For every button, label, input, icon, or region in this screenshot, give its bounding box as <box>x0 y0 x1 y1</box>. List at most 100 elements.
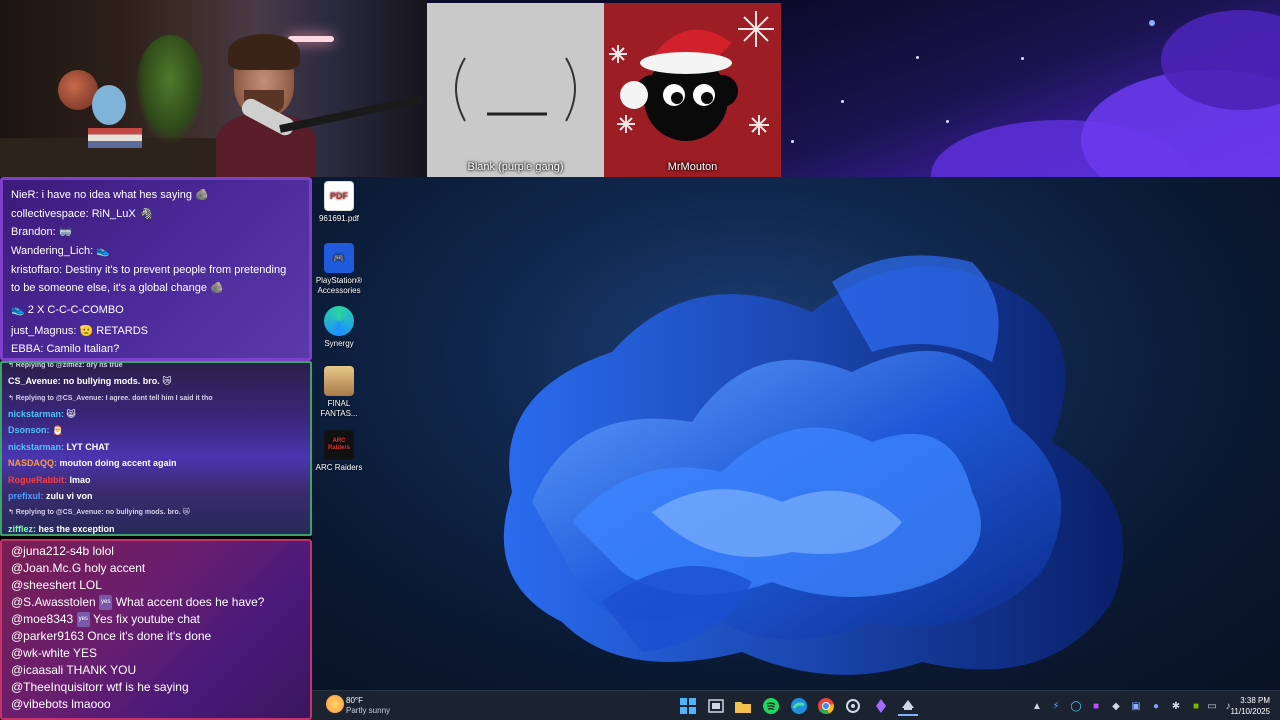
chat-message[interactable]: just_Magnus: 🫡 RETARDS <box>11 325 307 338</box>
chat-message[interactable]: prefixul: zulu vi von <box>8 491 308 502</box>
chat-message[interactable]: kristoffaro: Destiny it's to prevent peo… <box>11 264 307 277</box>
chat-message[interactable]: to be someone else, it's a global change… <box>11 282 307 295</box>
tray-bolt-icon[interactable]: ⚡ <box>1049 699 1063 713</box>
chat-username[interactable]: RogueRabbit: <box>8 475 67 485</box>
chat-message[interactable]: @moe8343 yes Yes fix youtube chat <box>11 612 306 628</box>
chat-username[interactable]: @juna212-s4b <box>11 544 89 558</box>
kick-chat-panel[interactable]: ↰ Replying to @zifflez: dry its true CS_A… <box>0 361 312 536</box>
chat-username[interactable]: CS_Avenue: <box>8 376 61 386</box>
tray-circle-icon[interactable]: ◯ <box>1069 699 1083 713</box>
chat-message[interactable]: @wk-white YES <box>11 646 306 661</box>
chat-text: 🎅 <box>52 425 64 435</box>
chat-username[interactable]: NieR: <box>11 189 39 201</box>
reply-context[interactable]: ↰ Replying to @zifflez: dry its true <box>8 363 308 371</box>
chat-username[interactable]: @TheeInquisitorr <box>11 680 103 694</box>
chat-username[interactable]: @parker9163 <box>11 629 84 643</box>
chat-message[interactable]: @parker9163 Once it's done it's done <box>11 629 306 644</box>
chat-username[interactable]: Brandon: <box>11 226 56 238</box>
windows-desktop[interactable]: PDF 961691.pdf 🎮 PlayStation® Accessories Sy… <box>312 177 1280 690</box>
chat-username[interactable]: NASDAQQ: <box>8 458 57 468</box>
spotify-icon[interactable] <box>761 696 781 716</box>
tray-square-icon[interactable]: ■ <box>1089 699 1103 713</box>
settings-icon[interactable] <box>843 696 863 716</box>
steam-icon[interactable] <box>898 696 918 716</box>
tray-gear-icon[interactable]: ✱ <box>1169 699 1183 713</box>
youtube-chat-panel[interactable]: @juna212-s4b lolol @Joan.Mc.G holy accent… <box>0 539 312 720</box>
reply-context[interactable]: ↰ Replying to @CS_Avenue: I agree. dont … <box>8 393 308 404</box>
chat-username[interactable]: @S.Awasstolen <box>11 595 96 609</box>
synergy-icon <box>324 306 354 336</box>
tray-discord-icon[interactable]: ● <box>1149 699 1163 713</box>
chat-username[interactable]: @vibebots <box>11 697 68 711</box>
participant-name: Blank (purple gang) <box>467 161 564 173</box>
chat-message[interactable]: NASDAQQ: mouton doing accent again <box>8 458 308 469</box>
plant-decor <box>135 35 205 145</box>
member-badge: yes <box>76 612 90 628</box>
chat-username[interactable]: nickstarman: <box>8 409 64 419</box>
app-purple-icon[interactable] <box>871 696 891 716</box>
chat-message[interactable]: zifflez: hes the exception <box>8 524 308 534</box>
chat-username[interactable]: @Joan.Mc.G <box>11 561 81 575</box>
chat-message[interactable]: RogueRabbit: lmao <box>8 475 308 486</box>
chat-text: wtf is he saying <box>106 680 189 694</box>
chat-text: YES <box>72 646 97 660</box>
chat-message[interactable]: @icaasali THANK YOU <box>11 663 306 678</box>
desktop-shortcut[interactable]: FINAL FANTAS... <box>314 366 364 419</box>
space-backdrop <box>781 0 1280 177</box>
chat-message[interactable]: CS_Avenue: no bullying mods. bro. 😿 <box>8 376 308 387</box>
sheep-santa-icon <box>609 11 774 141</box>
chat-username[interactable]: Wandering_Lich: <box>11 245 93 257</box>
chat-message[interactable]: @vibebots lmaooo <box>11 697 306 712</box>
file-explorer-icon[interactable] <box>733 696 753 716</box>
chat-message[interactable]: @juna212-s4b lolol <box>11 544 306 559</box>
chat-message[interactable]: @Joan.Mc.G holy accent <box>11 561 306 576</box>
playstation-accessories-icon: 🎮 <box>324 243 354 273</box>
chrome-icon[interactable] <box>816 696 836 716</box>
chat-text: 🥽 <box>58 226 73 238</box>
chat-message[interactable]: @TheeInquisitorr wtf is he saying <box>11 680 306 695</box>
start-icon[interactable] <box>678 696 698 716</box>
chat-username[interactable]: Dsonson: <box>8 425 50 435</box>
chat-message[interactable]: Wandering_Lich: 👟 <box>11 245 307 258</box>
desktop-shortcut[interactable]: 🎮 PlayStation® Accessories <box>314 243 364 296</box>
chat-message[interactable]: nickstarman: 😸 <box>8 409 308 420</box>
chat-text: X C-C-C-COMBO <box>36 304 124 316</box>
chat-username[interactable]: @wk-white <box>11 646 70 660</box>
chat-username[interactable]: @icaasali <box>11 663 63 677</box>
chat-username[interactable]: just_Magnus: <box>11 325 76 337</box>
chat-username[interactable]: collectivespace: <box>11 208 89 220</box>
chat-message[interactable]: @S.Awasstolen yes What accent does he ha… <box>11 595 306 611</box>
tray-chevron-icon[interactable]: ▲ <box>1030 699 1044 713</box>
chat-text: holy accent <box>84 561 146 575</box>
system-clock[interactable]: 3:38 PM 11/10/2025 <box>1231 695 1270 717</box>
desktop-shortcut[interactable]: PDF 961691.pdf <box>314 181 364 224</box>
chat-message[interactable]: Brandon: 🥽 <box>11 226 307 239</box>
desktop-shortcut[interactable]: Synergy <box>314 306 364 349</box>
chat-username[interactable]: @sheeshert <box>11 578 76 592</box>
chat-message[interactable]: NieR: i have no idea what hes saying 🪨 <box>11 189 307 202</box>
chat-message[interactable]: collectivespace: RiN_LuX 🦓 <box>11 208 307 221</box>
chat-username[interactable]: 👟 2 <box>11 304 34 316</box>
chat-message[interactable]: Dsonson: 🎅 <box>8 425 308 436</box>
chat-message[interactable]: 👟 2 X C-C-C-COMBO <box>11 304 307 317</box>
chat-username[interactable]: @moe8343 <box>11 612 73 626</box>
tray-app-icon[interactable]: ▣ <box>1129 699 1143 713</box>
chat-text: lolol <box>92 544 114 558</box>
tray-network-icon[interactable]: ▭ <box>1205 699 1219 713</box>
chat-username[interactable]: nickstarman: <box>8 442 64 452</box>
tray-nvidia-icon[interactable]: ■ <box>1189 699 1203 713</box>
edge-icon[interactable] <box>789 696 809 716</box>
chat-username[interactable]: zifflez: <box>8 524 36 534</box>
chat-message[interactable]: nickstarman: LYT CHAT <box>8 442 308 453</box>
tray-steam-icon[interactable]: ◆ <box>1109 699 1123 713</box>
twitch-chat-panel[interactable]: NieR: i have no idea what hes saying 🪨 co… <box>0 177 312 361</box>
reply-context[interactable]: ↰ Replying to @CS_Avenue: no bullying mo… <box>8 507 308 518</box>
chat-message[interactable]: @sheeshert LOL <box>11 578 306 593</box>
chat-username[interactable]: kristoffaro: <box>11 264 62 276</box>
participant-card-blank: Blank (purple gang) <box>427 3 604 177</box>
chat-username[interactable]: prefixul: <box>8 491 44 501</box>
task-view-icon[interactable] <box>706 696 726 716</box>
chat-message[interactable]: EBBA: Camilo Italian? <box>11 343 307 356</box>
desktop-shortcut[interactable]: ARC Raiders ARC Raiders <box>314 430 364 473</box>
chat-username[interactable]: EBBA: <box>11 343 43 355</box>
